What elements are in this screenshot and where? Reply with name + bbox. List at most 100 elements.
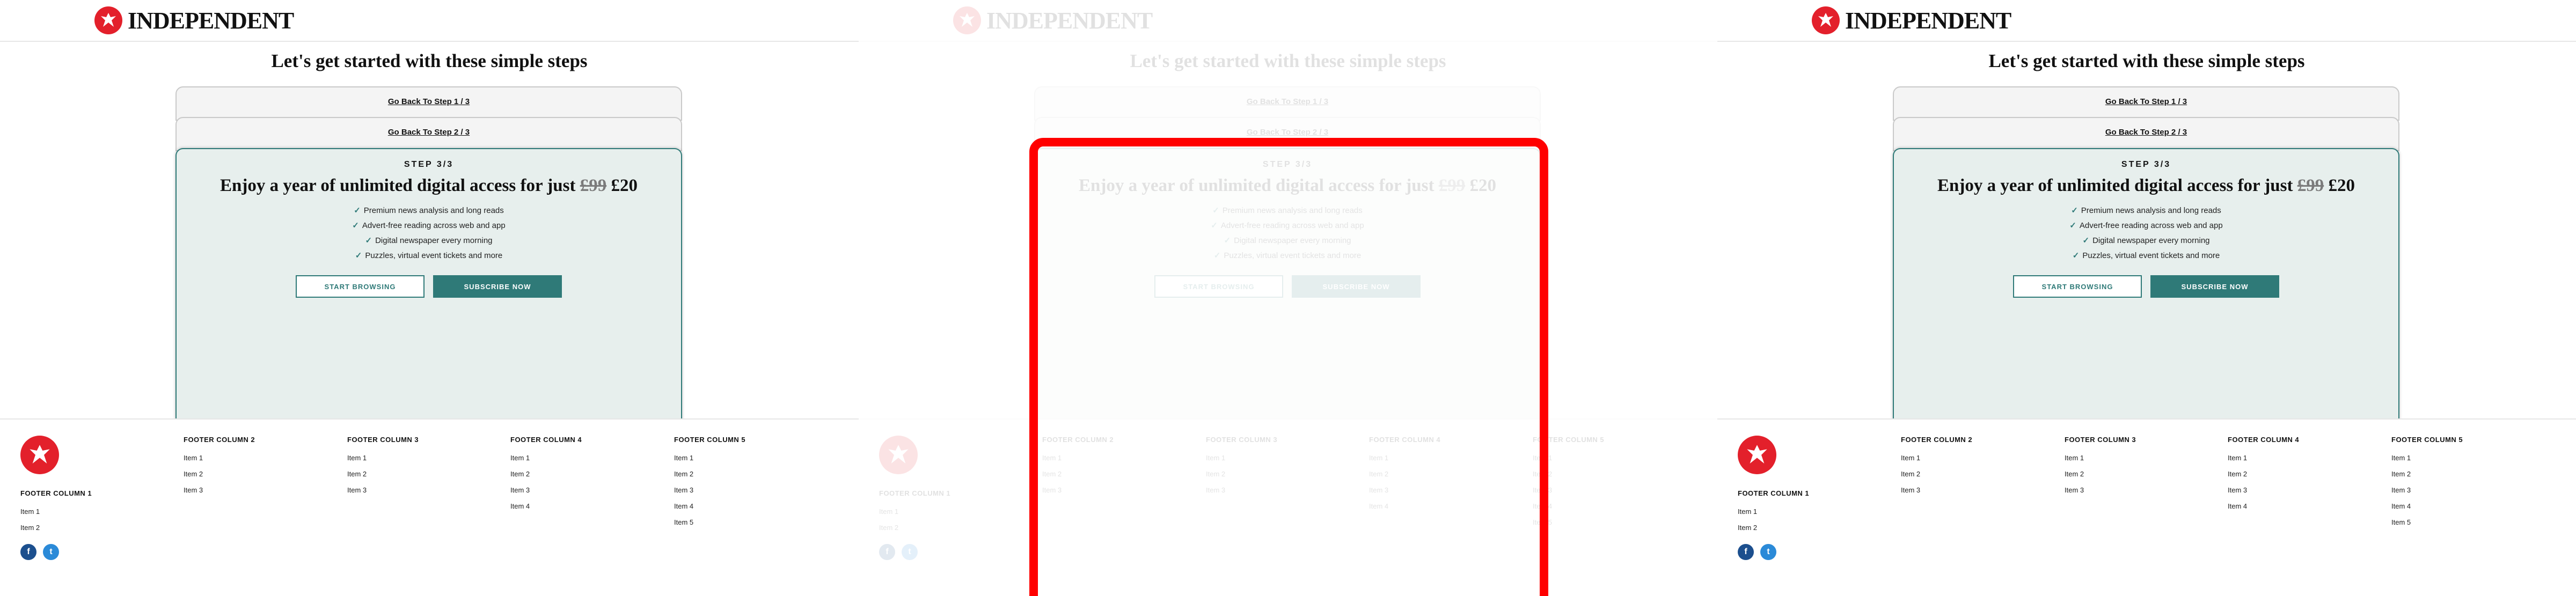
- step-2-tab[interactable]: Go Back To Step 2 / 3: [1893, 117, 2399, 151]
- back-to-step-2-link[interactable]: Go Back To Step 2 / 3: [388, 128, 470, 137]
- feature-item: ✓ Digital newspaper every morning: [177, 233, 681, 248]
- footer-column-title: FOOTER COLUMN 3: [347, 436, 419, 444]
- footer-link[interactable]: Item 3: [2228, 482, 2299, 498]
- twitter-icon[interactable]: t: [902, 544, 918, 560]
- footer-link[interactable]: Item 2: [2065, 466, 2136, 482]
- footer-link[interactable]: Item 3: [347, 482, 419, 498]
- footer-link[interactable]: Item 2: [510, 466, 582, 482]
- site-logo[interactable]: INDEPENDENT: [94, 6, 294, 34]
- footer-eagle-logo-icon[interactable]: [1738, 436, 1776, 474]
- footer-link[interactable]: Item 5: [674, 514, 745, 531]
- feature-text: Digital newspaper every morning: [375, 236, 493, 245]
- footer-link[interactable]: Item 1: [2065, 450, 2136, 466]
- footer-link[interactable]: Item 1: [510, 450, 582, 466]
- footer-link[interactable]: Item 1: [347, 450, 419, 466]
- logo-wordmark: INDEPENDENT: [1845, 7, 2011, 34]
- page-title: Let's get started with these simple step…: [1130, 50, 1446, 71]
- step-3-card: STEP 3/3 Enjoy a year of unlimited digit…: [1893, 148, 2399, 427]
- eagle-logo-icon: [94, 6, 122, 34]
- step-2-tab[interactable]: Go Back To Step 2 / 3: [175, 117, 682, 151]
- footer-column-1: FOOTER COLUMN 1 Item 1 Item 2: [20, 489, 92, 536]
- site-logo[interactable]: INDEPENDENT: [953, 6, 1153, 34]
- footer-link[interactable]: Item 3: [1901, 482, 1972, 498]
- back-to-step-2-link[interactable]: Go Back To Step 2 / 3: [1247, 128, 1328, 137]
- footer-eagle-logo-icon[interactable]: [20, 436, 59, 474]
- back-to-step-1-link[interactable]: Go Back To Step 1 / 3: [2105, 97, 2187, 106]
- footer-link[interactable]: Item 4: [2391, 498, 2463, 514]
- step-1-tab[interactable]: Go Back To Step 1 / 3: [1893, 86, 2399, 121]
- footer-column-title: FOOTER COLUMN 1: [20, 489, 92, 497]
- footer-link[interactable]: Item 1: [1901, 450, 1972, 466]
- footer-column-5: FOOTER COLUMN 5 Item 1 Item 2 Item 3 Ite…: [2391, 436, 2463, 531]
- feature-text: Digital newspaper every morning: [2092, 236, 2210, 245]
- footer-link[interactable]: Item 2: [1901, 466, 1972, 482]
- footer-link[interactable]: Item 1: [184, 450, 255, 466]
- old-price: £99: [580, 176, 607, 195]
- footer-link[interactable]: Item 4: [2228, 498, 2299, 514]
- back-to-step-1-link[interactable]: Go Back To Step 1 / 3: [1247, 97, 1328, 106]
- footer-link[interactable]: Item 1: [2391, 450, 2463, 466]
- footer-link[interactable]: Item 1: [879, 504, 950, 520]
- footer-link[interactable]: Item 1: [2228, 450, 2299, 466]
- footer-link[interactable]: Item 3: [2065, 482, 2136, 498]
- twitter-icon[interactable]: t: [43, 544, 59, 560]
- footer-link[interactable]: Item 5: [2391, 514, 2463, 531]
- footer-link[interactable]: Item 4: [674, 498, 745, 514]
- new-price: £20: [611, 176, 638, 195]
- back-to-step-1-link[interactable]: Go Back To Step 1 / 3: [388, 97, 470, 106]
- footer-column-1: FOOTER COLUMN 1 Item 1 Item 2: [879, 489, 950, 536]
- footer-link[interactable]: Item 3: [2391, 482, 2463, 498]
- back-to-step-2-link[interactable]: Go Back To Step 2 / 3: [2105, 128, 2187, 137]
- footer-column-title: FOOTER COLUMN 5: [674, 436, 746, 444]
- panel-normal-right: INDEPENDENT Let's get started with these…: [1717, 0, 2576, 596]
- subscribe-now-button[interactable]: SUBSCRIBE NOW: [2150, 275, 2279, 298]
- footer-link[interactable]: Item 1: [674, 450, 745, 466]
- footer-link[interactable]: Item 2: [347, 466, 419, 482]
- footer-column-title: FOOTER COLUMN 1: [879, 489, 951, 497]
- site-logo[interactable]: INDEPENDENT: [1812, 6, 2011, 34]
- cta-row: START BROWSING SUBSCRIBE NOW: [1894, 275, 2398, 298]
- footer-column-title: FOOTER COLUMN 1: [1738, 489, 1810, 497]
- footer-link[interactable]: Item 3: [674, 482, 745, 498]
- subscribe-now-button[interactable]: SUBSCRIBE NOW: [433, 275, 562, 298]
- footer-eagle-logo-icon[interactable]: [879, 436, 918, 474]
- footer-column-title: FOOTER COLUMN 4: [2228, 436, 2300, 444]
- offer-title: Enjoy a year of unlimited digital access…: [1894, 176, 2398, 196]
- site-header: INDEPENDENT: [1717, 0, 2576, 42]
- footer-link[interactable]: Item 2: [674, 466, 745, 482]
- footer-link[interactable]: Item 4: [510, 498, 582, 514]
- facebook-icon[interactable]: f: [1738, 544, 1754, 560]
- step-1-tab[interactable]: Go Back To Step 1 / 3: [175, 86, 682, 121]
- footer-link[interactable]: Item 2: [2228, 466, 2299, 482]
- cta-row: START BROWSING SUBSCRIBE NOW: [177, 275, 681, 298]
- footer-column-title: FOOTER COLUMN 4: [510, 436, 582, 444]
- footer-link[interactable]: Item 2: [879, 520, 950, 536]
- feature-item: ✓ Advert-free reading across web and app: [1894, 218, 2398, 233]
- footer-logo-block: [1738, 436, 1776, 474]
- facebook-icon[interactable]: f: [879, 544, 895, 560]
- check-icon: ✓: [354, 206, 361, 215]
- footer-link[interactable]: Item 3: [184, 482, 255, 498]
- step-1-tab[interactable]: Go Back To Step 1 / 3: [1034, 86, 1541, 121]
- offer-prefix: Enjoy a year of unlimited digital access…: [1937, 176, 2293, 195]
- footer-column-2: FOOTER COLUMN 2 Item 1 Item 2 Item 3: [1901, 436, 1972, 498]
- footer-link[interactable]: Item 2: [2391, 466, 2463, 482]
- step-label: STEP 3/3: [2121, 160, 2171, 169]
- footer-link[interactable]: Item 2: [184, 466, 255, 482]
- footer-column-4: FOOTER COLUMN 4 Item 1 Item 2 Item 3 Ite…: [510, 436, 582, 514]
- feature-list: ✓ Premium news analysis and long reads ✓ A…: [177, 203, 681, 263]
- footer-link[interactable]: Item 1: [1738, 504, 1809, 520]
- footer-link[interactable]: Item 1: [20, 504, 92, 520]
- footer-link[interactable]: Item 2: [1738, 520, 1809, 536]
- start-browsing-button[interactable]: START BROWSING: [296, 275, 425, 298]
- start-browsing-button[interactable]: START BROWSING: [2013, 275, 2142, 298]
- footer-link[interactable]: Item 3: [510, 482, 582, 498]
- page-title: Let's get started with these simple step…: [1988, 50, 2305, 71]
- twitter-icon[interactable]: t: [1760, 544, 1776, 560]
- footer-logo-block: [879, 436, 918, 474]
- site-footer: FOOTER COLUMN 1 Item 1 Item 2 FOOTER COL…: [0, 418, 859, 596]
- facebook-icon[interactable]: f: [20, 544, 36, 560]
- logo-wordmark: INDEPENDENT: [986, 7, 1153, 34]
- eagle-logo-icon: [1812, 6, 1840, 34]
- footer-link[interactable]: Item 2: [20, 520, 92, 536]
